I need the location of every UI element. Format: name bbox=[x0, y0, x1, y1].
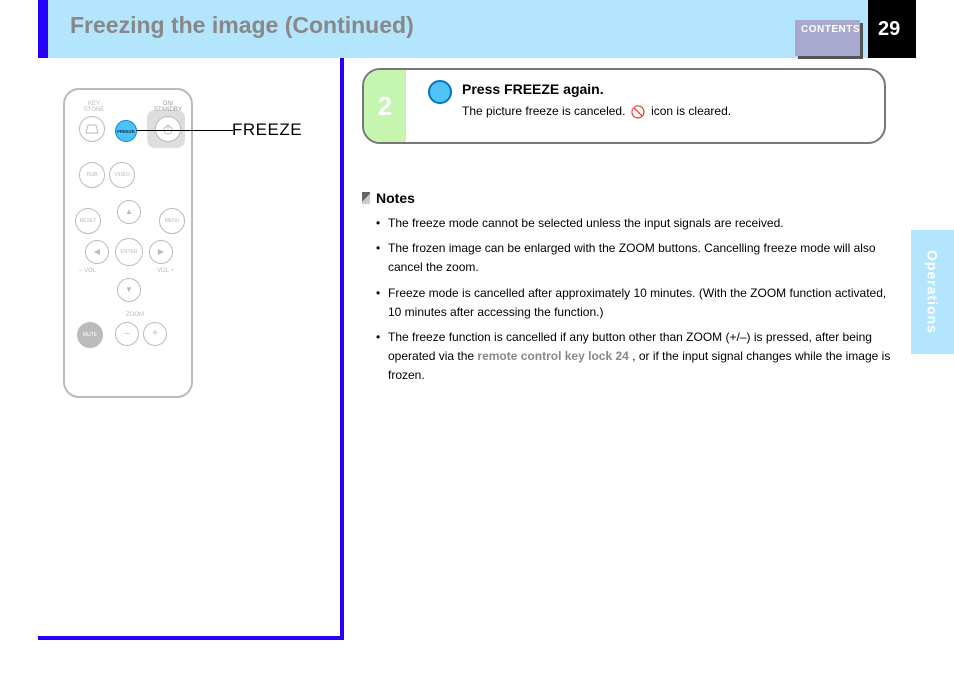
keystone-label: KEYSTONE bbox=[79, 101, 109, 113]
video-button: VIDEO bbox=[109, 162, 135, 188]
side-tab-operations[interactable]: Operations bbox=[911, 230, 954, 354]
step-text: The picture freeze is canceled. 🚫 icon i… bbox=[462, 104, 731, 119]
header-stripe bbox=[38, 0, 48, 58]
menu-button: MENU bbox=[159, 208, 185, 234]
page-number: 29 bbox=[878, 18, 900, 41]
note-item: The frozen image can be enlarged with th… bbox=[376, 239, 892, 277]
down-arrow-button: ▼ bbox=[117, 278, 141, 302]
note-item: The freeze mode cannot be selected unles… bbox=[376, 214, 892, 233]
step-text-suffix: icon is cleared. bbox=[651, 104, 731, 118]
zoom-label: ZOOM bbox=[121, 312, 149, 318]
bottom-divider bbox=[38, 636, 344, 640]
right-arrow-button: ▶ bbox=[149, 240, 173, 264]
on-standby-label: ON/STANDBY bbox=[153, 101, 183, 113]
notes-list: The freeze mode cannot be selected unles… bbox=[362, 214, 892, 386]
page-title: Freezing the image (Continued) bbox=[70, 12, 414, 39]
vertical-divider bbox=[340, 58, 344, 636]
mute-button: MUTE bbox=[77, 322, 103, 348]
notes-section: Notes The freeze mode cannot be selected… bbox=[362, 190, 892, 392]
step-number: 2 bbox=[364, 70, 406, 142]
up-arrow-button: ▲ bbox=[117, 200, 141, 224]
contents-button-label: CONTENTS bbox=[801, 24, 860, 35]
freeze-button: FREEZE bbox=[115, 120, 137, 142]
enter-button: ENTER bbox=[115, 238, 143, 266]
keystone-button bbox=[79, 116, 105, 142]
side-tab-label: Operations bbox=[925, 250, 941, 334]
zoom-minus-button: – bbox=[115, 322, 139, 346]
left-arrow-button: ◀ bbox=[85, 240, 109, 264]
step-box: 2 Press FREEZE again. The picture freeze… bbox=[362, 68, 886, 144]
reset-button: RESET bbox=[75, 208, 101, 234]
prohibited-icon: 🚫 bbox=[631, 105, 646, 119]
vol-plus-label: VOL + bbox=[157, 268, 174, 274]
remote-key-lock-link[interactable]: remote control key lock bbox=[477, 349, 612, 363]
freeze-button-text: FREEZE bbox=[117, 129, 135, 134]
callout-line bbox=[136, 130, 185, 131]
power-button bbox=[155, 116, 181, 142]
freeze-icon bbox=[428, 80, 452, 104]
step-text-prefix: The picture freeze is canceled. bbox=[462, 104, 625, 118]
note-item: Freeze mode is cancelled after approxima… bbox=[376, 284, 892, 322]
vol-minus-label: – VOL bbox=[79, 268, 96, 274]
callout-line-2 bbox=[185, 130, 233, 131]
zoom-plus-button: + bbox=[143, 322, 167, 346]
page-ref[interactable]: 24 bbox=[615, 349, 632, 363]
step-title: Press FREEZE again. bbox=[462, 81, 604, 97]
step-body: Press FREEZE again. The picture freeze i… bbox=[406, 70, 884, 142]
remote-control-diagram: KEYSTONE ON/STANDBY FREEZE RGB VIDEO RES… bbox=[63, 88, 193, 398]
freeze-callout-label: FREEZE bbox=[232, 120, 302, 140]
note-item: The freeze function is cancelled if any … bbox=[376, 328, 892, 386]
rgb-button: RGB bbox=[79, 162, 105, 188]
notes-heading: Notes bbox=[362, 190, 892, 206]
